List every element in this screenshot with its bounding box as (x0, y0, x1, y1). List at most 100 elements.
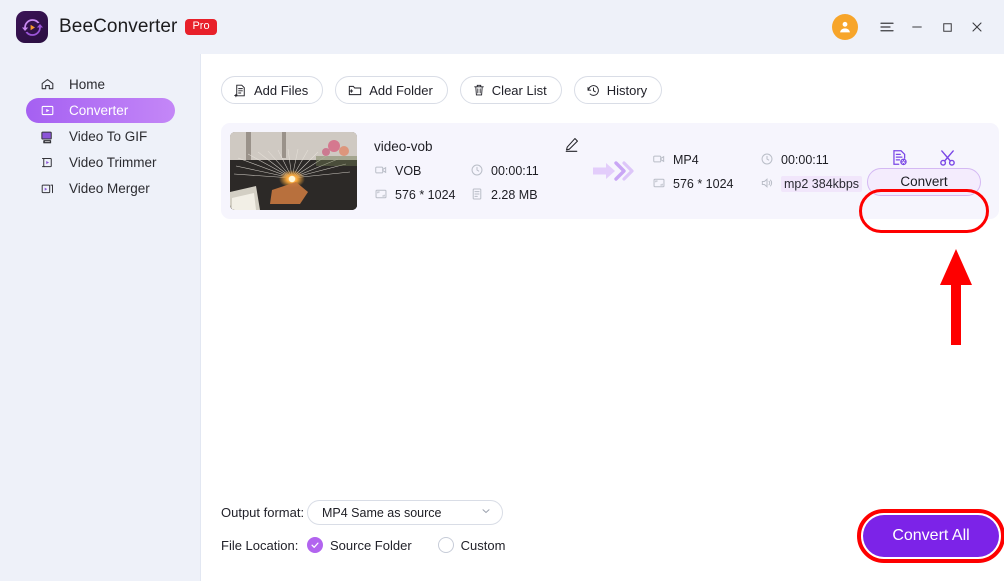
app-logo-icon (16, 11, 48, 43)
sidebar-item-video-merger[interactable]: Video Merger (26, 176, 175, 201)
add-folder-button[interactable]: Add Folder (335, 76, 448, 104)
toolbar: Add Files Add Folder Clear List History (201, 54, 1004, 104)
output-resolution: 576 * 1024 (652, 176, 760, 193)
output-format-label: Output format: (221, 505, 305, 520)
item-actions: Convert (859, 147, 989, 233)
add-files-button[interactable]: Add Files (221, 76, 324, 104)
resolution-icon (374, 187, 388, 204)
source-file-info: video-vob VOB 00:00:11 576 * 1024 2.28 M… (374, 136, 586, 204)
scissors-trim-icon[interactable] (937, 147, 958, 168)
minimize-icon[interactable] (902, 12, 932, 42)
source-duration-value: 00:00:11 (491, 164, 539, 178)
video-thumbnail (230, 132, 357, 210)
convert-button[interactable]: Convert (867, 167, 981, 196)
output-duration: 00:00:11 (760, 152, 829, 169)
sidebar-item-video-trimmer[interactable]: Video Trimmer (26, 150, 175, 175)
video-to-gif-icon (36, 129, 58, 144)
output-format-select[interactable]: MP4 Same as source (307, 500, 503, 525)
output-file-info: MP4 00:00:11 576 * 1024 mp2 384kbps (652, 150, 867, 193)
source-meta-row-2: 576 * 1024 2.28 MB (374, 187, 586, 204)
file-location-options: Source Folder Custom (307, 537, 505, 553)
speaker-icon (760, 176, 774, 193)
sidebar-item-home[interactable]: Home (26, 72, 175, 97)
file-size-icon (470, 187, 484, 204)
radio-unchecked-icon (437, 537, 454, 553)
clock-icon (760, 152, 774, 169)
conversion-arrow-icon (586, 160, 640, 182)
output-format-value: MP4 (673, 153, 699, 167)
video-trimmer-icon (36, 155, 58, 170)
pencil-edit-icon[interactable] (563, 136, 580, 158)
video-merger-icon (36, 181, 58, 196)
source-meta-row-1: VOB 00:00:11 (374, 163, 586, 180)
sidebar-item-video-to-gif[interactable]: Video To GIF (26, 124, 175, 149)
chevron-down-icon (480, 505, 492, 520)
close-icon[interactable] (962, 12, 992, 42)
add-files-icon (233, 83, 248, 98)
output-audio-value: mp2 384kbps (781, 176, 863, 192)
output-audio: mp2 384kbps (760, 176, 863, 193)
main-content: Add Files Add Folder Clear List History … (201, 54, 1004, 581)
red-arrow-annotation (936, 247, 976, 352)
maximize-icon[interactable] (932, 12, 962, 42)
source-format: VOB (374, 163, 470, 180)
sidebar-label-video-to-gif: Video To GIF (69, 129, 148, 144)
video-format-icon (374, 163, 388, 180)
history-icon (586, 83, 601, 98)
source-meta: VOB 00:00:11 576 * 1024 2.28 MB (374, 163, 586, 204)
add-folder-icon (347, 82, 363, 98)
radio-checked-icon (307, 537, 323, 553)
output-resolution-value: 576 * 1024 (673, 177, 734, 191)
output-settings-icon[interactable] (890, 148, 909, 167)
file-name: video-vob (374, 138, 433, 154)
source-size: 2.28 MB (470, 187, 538, 204)
source-format-value: VOB (395, 164, 422, 178)
app-window: BeeConverter Pro Home Converter Video To… (0, 0, 1004, 581)
add-folder-label: Add Folder (369, 82, 433, 98)
sidebar-label-video-trimmer: Video Trimmer (69, 155, 157, 170)
output-meta-row-1: MP4 00:00:11 (652, 152, 867, 169)
file-location-label: File Location: (221, 537, 299, 553)
trash-icon (472, 83, 486, 97)
home-icon (36, 77, 58, 92)
add-files-label: Add Files (254, 82, 309, 98)
item-action-icons (867, 147, 981, 168)
file-list: video-vob VOB 00:00:11 576 * 1024 2.28 M… (221, 123, 999, 500)
output-meta: MP4 00:00:11 576 * 1024 mp2 384kbps (652, 152, 867, 193)
file-list-item[interactable]: video-vob VOB 00:00:11 576 * 1024 2.28 M… (221, 123, 999, 233)
source-resolution-value: 576 * 1024 (395, 188, 456, 202)
pro-badge: Pro (185, 19, 217, 35)
output-duration-value: 00:00:11 (781, 153, 829, 167)
sidebar-item-converter[interactable]: Converter (26, 98, 175, 123)
output-format: MP4 (652, 152, 760, 169)
user-avatar[interactable] (832, 14, 858, 40)
body: Home Converter Video To GIF Video Trimme… (0, 54, 1004, 581)
item-actions-wrap: Convert (859, 147, 989, 233)
history-label: History (606, 82, 648, 98)
output-meta-row-2: 576 * 1024 mp2 384kbps (652, 176, 867, 193)
radio-source-folder[interactable]: Source Folder (307, 537, 412, 553)
footer-controls: Output format: MP4 Same as source File L… (201, 500, 1004, 581)
sidebar: Home Converter Video To GIF Video Trimme… (0, 54, 201, 581)
sidebar-nav: Home Converter Video To GIF Video Trimme… (0, 64, 200, 201)
source-resolution: 576 * 1024 (374, 187, 470, 204)
source-duration: 00:00:11 (470, 163, 539, 180)
sidebar-label-home: Home (69, 77, 106, 92)
radio-custom-label: Custom (460, 537, 506, 553)
convert-all-button[interactable]: Convert All (863, 515, 999, 557)
clock-icon (470, 163, 484, 180)
history-button[interactable]: History (573, 76, 663, 104)
video-format-icon (652, 152, 666, 169)
app-title: BeeConverter (59, 16, 178, 37)
radio-custom[interactable]: Custom (437, 537, 506, 553)
converter-icon (36, 103, 58, 118)
output-format-value: MP4 Same as source (322, 505, 442, 520)
sidebar-label-converter: Converter (69, 103, 129, 118)
source-size-value: 2.28 MB (491, 188, 538, 202)
clear-list-button[interactable]: Clear List (459, 76, 562, 104)
sidebar-label-video-merger: Video Merger (69, 181, 150, 196)
hamburger-menu-icon[interactable] (872, 12, 902, 42)
clear-list-label: Clear List (491, 82, 547, 98)
radio-source-folder-label: Source Folder (330, 537, 412, 553)
title-bar: BeeConverter Pro (0, 0, 1004, 54)
